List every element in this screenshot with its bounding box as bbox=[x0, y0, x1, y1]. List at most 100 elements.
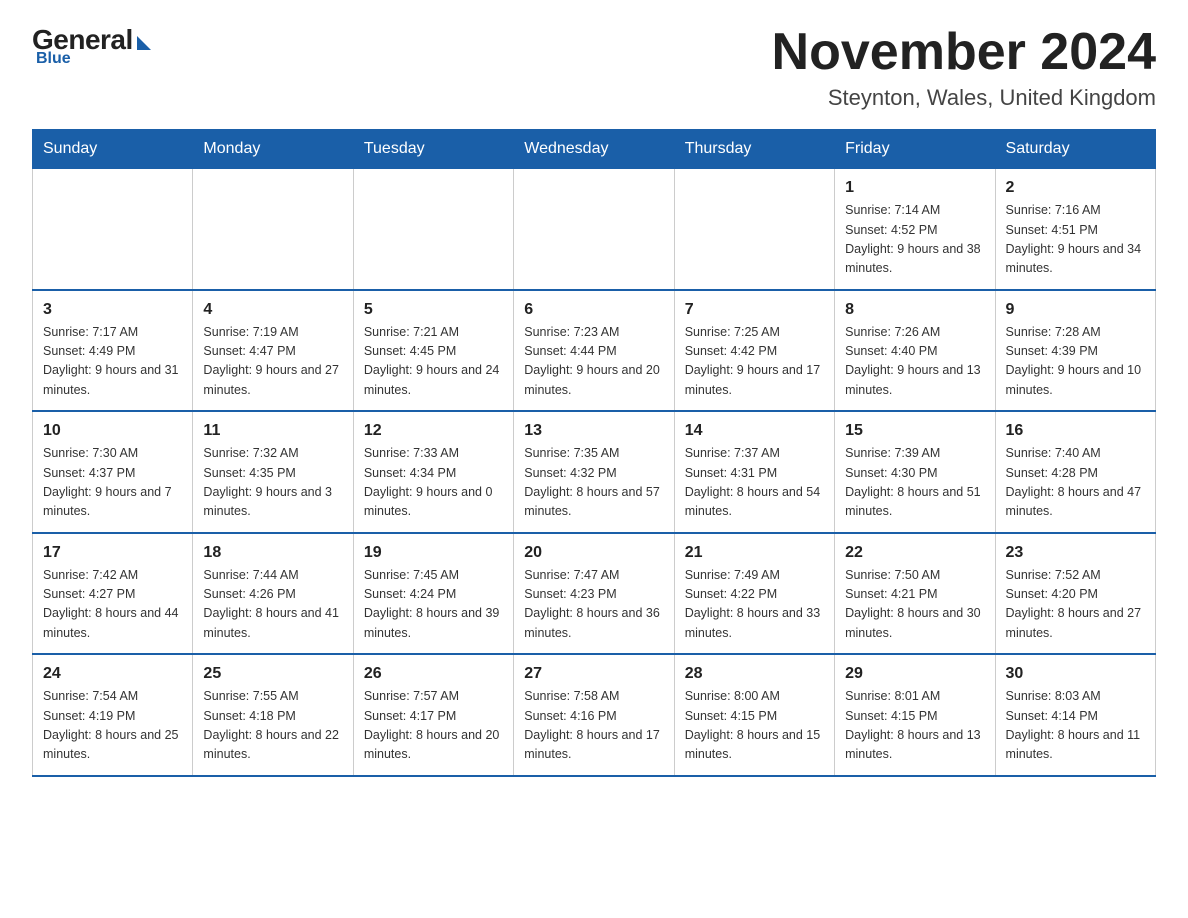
page-header: General Blue November 2024 Steynton, Wal… bbox=[32, 24, 1156, 111]
day-info: Sunrise: 7:23 AM Sunset: 4:44 PM Dayligh… bbox=[524, 323, 663, 401]
day-info: Sunrise: 7:52 AM Sunset: 4:20 PM Dayligh… bbox=[1006, 566, 1145, 644]
title-area: November 2024 Steynton, Wales, United Ki… bbox=[772, 24, 1156, 111]
calendar-day-cell: 2 Sunrise: 7:16 AM Sunset: 4:51 PM Daylig… bbox=[995, 169, 1155, 290]
day-number: 17 bbox=[43, 544, 182, 562]
day-number: 30 bbox=[1006, 665, 1145, 683]
day-info: Sunrise: 7:39 AM Sunset: 4:30 PM Dayligh… bbox=[845, 444, 984, 522]
day-info: Sunrise: 7:19 AM Sunset: 4:47 PM Dayligh… bbox=[203, 323, 342, 401]
day-number: 14 bbox=[685, 422, 824, 440]
month-title: November 2024 bbox=[772, 24, 1156, 81]
day-number: 12 bbox=[364, 422, 503, 440]
day-info: Sunrise: 7:45 AM Sunset: 4:24 PM Dayligh… bbox=[364, 566, 503, 644]
day-info: Sunrise: 7:32 AM Sunset: 4:35 PM Dayligh… bbox=[203, 444, 342, 522]
day-info: Sunrise: 7:35 AM Sunset: 4:32 PM Dayligh… bbox=[524, 444, 663, 522]
calendar-day-cell bbox=[193, 169, 353, 290]
day-number: 5 bbox=[364, 301, 503, 319]
day-info: Sunrise: 8:03 AM Sunset: 4:14 PM Dayligh… bbox=[1006, 687, 1145, 765]
day-info: Sunrise: 7:58 AM Sunset: 4:16 PM Dayligh… bbox=[524, 687, 663, 765]
calendar-day-cell: 21Sunrise: 7:49 AM Sunset: 4:22 PM Dayli… bbox=[674, 533, 834, 655]
day-info: Sunrise: 7:16 AM Sunset: 4:51 PM Dayligh… bbox=[1006, 201, 1145, 279]
day-info: Sunrise: 7:25 AM Sunset: 4:42 PM Dayligh… bbox=[685, 323, 824, 401]
calendar-week-row: 10Sunrise: 7:30 AM Sunset: 4:37 PM Dayli… bbox=[33, 411, 1156, 533]
day-info: Sunrise: 7:42 AM Sunset: 4:27 PM Dayligh… bbox=[43, 566, 182, 644]
calendar-header-row: SundayMondayTuesdayWednesdayThursdayFrid… bbox=[33, 130, 1156, 169]
day-number: 21 bbox=[685, 544, 824, 562]
calendar-day-cell: 26 Sunrise: 7:57 AM Sunset: 4:17 PM Dayli… bbox=[353, 654, 513, 776]
day-number: 6 bbox=[524, 301, 663, 319]
calendar-day-cell bbox=[353, 169, 513, 290]
calendar-day-cell: 3 Sunrise: 7:17 AM Sunset: 4:49 PM Daylig… bbox=[33, 290, 193, 412]
calendar-day-cell: 14Sunrise: 7:37 AM Sunset: 4:31 PM Dayli… bbox=[674, 411, 834, 533]
day-number: 18 bbox=[203, 544, 342, 562]
calendar-day-cell: 17 Sunrise: 7:42 AM Sunset: 4:27 PM Dayli… bbox=[33, 533, 193, 655]
calendar-day-cell: 7 Sunrise: 7:25 AM Sunset: 4:42 PM Daylig… bbox=[674, 290, 834, 412]
calendar-day-cell: 19 Sunrise: 7:45 AM Sunset: 4:24 PM Dayli… bbox=[353, 533, 513, 655]
day-number: 7 bbox=[685, 301, 824, 319]
day-info: Sunrise: 7:21 AM Sunset: 4:45 PM Dayligh… bbox=[364, 323, 503, 401]
calendar-day-cell: 9Sunrise: 7:28 AM Sunset: 4:39 PM Daylig… bbox=[995, 290, 1155, 412]
calendar-week-row: 1 Sunrise: 7:14 AM Sunset: 4:52 PM Daylig… bbox=[33, 169, 1156, 290]
calendar-day-cell: 1 Sunrise: 7:14 AM Sunset: 4:52 PM Daylig… bbox=[835, 169, 995, 290]
day-number: 11 bbox=[203, 422, 342, 440]
day-info: Sunrise: 7:44 AM Sunset: 4:26 PM Dayligh… bbox=[203, 566, 342, 644]
calendar-day-cell: 25 Sunrise: 7:55 AM Sunset: 4:18 PM Dayli… bbox=[193, 654, 353, 776]
day-number: 4 bbox=[203, 301, 342, 319]
calendar-day-cell: 15 Sunrise: 7:39 AM Sunset: 4:30 PM Dayli… bbox=[835, 411, 995, 533]
day-info: Sunrise: 7:47 AM Sunset: 4:23 PM Dayligh… bbox=[524, 566, 663, 644]
calendar-day-cell: 13 Sunrise: 7:35 AM Sunset: 4:32 PM Dayli… bbox=[514, 411, 674, 533]
day-number: 25 bbox=[203, 665, 342, 683]
day-info: Sunrise: 7:54 AM Sunset: 4:19 PM Dayligh… bbox=[43, 687, 182, 765]
calendar-day-cell: 5 Sunrise: 7:21 AM Sunset: 4:45 PM Daylig… bbox=[353, 290, 513, 412]
day-number: 13 bbox=[524, 422, 663, 440]
day-number: 1 bbox=[845, 179, 984, 197]
day-number: 26 bbox=[364, 665, 503, 683]
day-number: 29 bbox=[845, 665, 984, 683]
calendar-day-cell: 20 Sunrise: 7:47 AM Sunset: 4:23 PM Dayli… bbox=[514, 533, 674, 655]
calendar-day-cell: 18 Sunrise: 7:44 AM Sunset: 4:26 PM Dayli… bbox=[193, 533, 353, 655]
calendar-day-cell: 12 Sunrise: 7:33 AM Sunset: 4:34 PM Dayli… bbox=[353, 411, 513, 533]
calendar-weekday-header: Saturday bbox=[995, 130, 1155, 169]
day-info: Sunrise: 7:50 AM Sunset: 4:21 PM Dayligh… bbox=[845, 566, 984, 644]
day-number: 16 bbox=[1006, 422, 1145, 440]
logo: General Blue bbox=[32, 24, 151, 68]
day-info: Sunrise: 7:33 AM Sunset: 4:34 PM Dayligh… bbox=[364, 444, 503, 522]
day-info: Sunrise: 7:14 AM Sunset: 4:52 PM Dayligh… bbox=[845, 201, 984, 279]
day-number: 10 bbox=[43, 422, 182, 440]
calendar-weekday-header: Tuesday bbox=[353, 130, 513, 169]
day-info: Sunrise: 7:57 AM Sunset: 4:17 PM Dayligh… bbox=[364, 687, 503, 765]
calendar-day-cell: 27Sunrise: 7:58 AM Sunset: 4:16 PM Dayli… bbox=[514, 654, 674, 776]
calendar-weekday-header: Sunday bbox=[33, 130, 193, 169]
calendar-day-cell: 11 Sunrise: 7:32 AM Sunset: 4:35 PM Dayli… bbox=[193, 411, 353, 533]
day-info: Sunrise: 7:17 AM Sunset: 4:49 PM Dayligh… bbox=[43, 323, 182, 401]
day-number: 22 bbox=[845, 544, 984, 562]
day-info: Sunrise: 7:26 AM Sunset: 4:40 PM Dayligh… bbox=[845, 323, 984, 401]
logo-triangle-icon bbox=[137, 36, 151, 50]
calendar-day-cell: 4 Sunrise: 7:19 AM Sunset: 4:47 PM Daylig… bbox=[193, 290, 353, 412]
day-info: Sunrise: 7:55 AM Sunset: 4:18 PM Dayligh… bbox=[203, 687, 342, 765]
day-number: 3 bbox=[43, 301, 182, 319]
calendar-weekday-header: Friday bbox=[835, 130, 995, 169]
calendar-day-cell: 24Sunrise: 7:54 AM Sunset: 4:19 PM Dayli… bbox=[33, 654, 193, 776]
calendar-day-cell: 29Sunrise: 8:01 AM Sunset: 4:15 PM Dayli… bbox=[835, 654, 995, 776]
calendar-day-cell bbox=[33, 169, 193, 290]
calendar-day-cell bbox=[514, 169, 674, 290]
calendar-day-cell: 28Sunrise: 8:00 AM Sunset: 4:15 PM Dayli… bbox=[674, 654, 834, 776]
calendar-day-cell: 22 Sunrise: 7:50 AM Sunset: 4:21 PM Dayli… bbox=[835, 533, 995, 655]
calendar-day-cell: 10Sunrise: 7:30 AM Sunset: 4:37 PM Dayli… bbox=[33, 411, 193, 533]
calendar-week-row: 24Sunrise: 7:54 AM Sunset: 4:19 PM Dayli… bbox=[33, 654, 1156, 776]
calendar-week-row: 17 Sunrise: 7:42 AM Sunset: 4:27 PM Dayli… bbox=[33, 533, 1156, 655]
day-number: 9 bbox=[1006, 301, 1145, 319]
location-subtitle: Steynton, Wales, United Kingdom bbox=[772, 85, 1156, 111]
day-number: 2 bbox=[1006, 179, 1145, 197]
calendar-day-cell: 6 Sunrise: 7:23 AM Sunset: 4:44 PM Daylig… bbox=[514, 290, 674, 412]
calendar-week-row: 3 Sunrise: 7:17 AM Sunset: 4:49 PM Daylig… bbox=[33, 290, 1156, 412]
calendar-weekday-header: Thursday bbox=[674, 130, 834, 169]
calendar-day-cell bbox=[674, 169, 834, 290]
day-number: 19 bbox=[364, 544, 503, 562]
calendar-day-cell: 30 Sunrise: 8:03 AM Sunset: 4:14 PM Dayli… bbox=[995, 654, 1155, 776]
calendar-day-cell: 23Sunrise: 7:52 AM Sunset: 4:20 PM Dayli… bbox=[995, 533, 1155, 655]
day-number: 15 bbox=[845, 422, 984, 440]
day-number: 28 bbox=[685, 665, 824, 683]
day-number: 20 bbox=[524, 544, 663, 562]
calendar-weekday-header: Monday bbox=[193, 130, 353, 169]
